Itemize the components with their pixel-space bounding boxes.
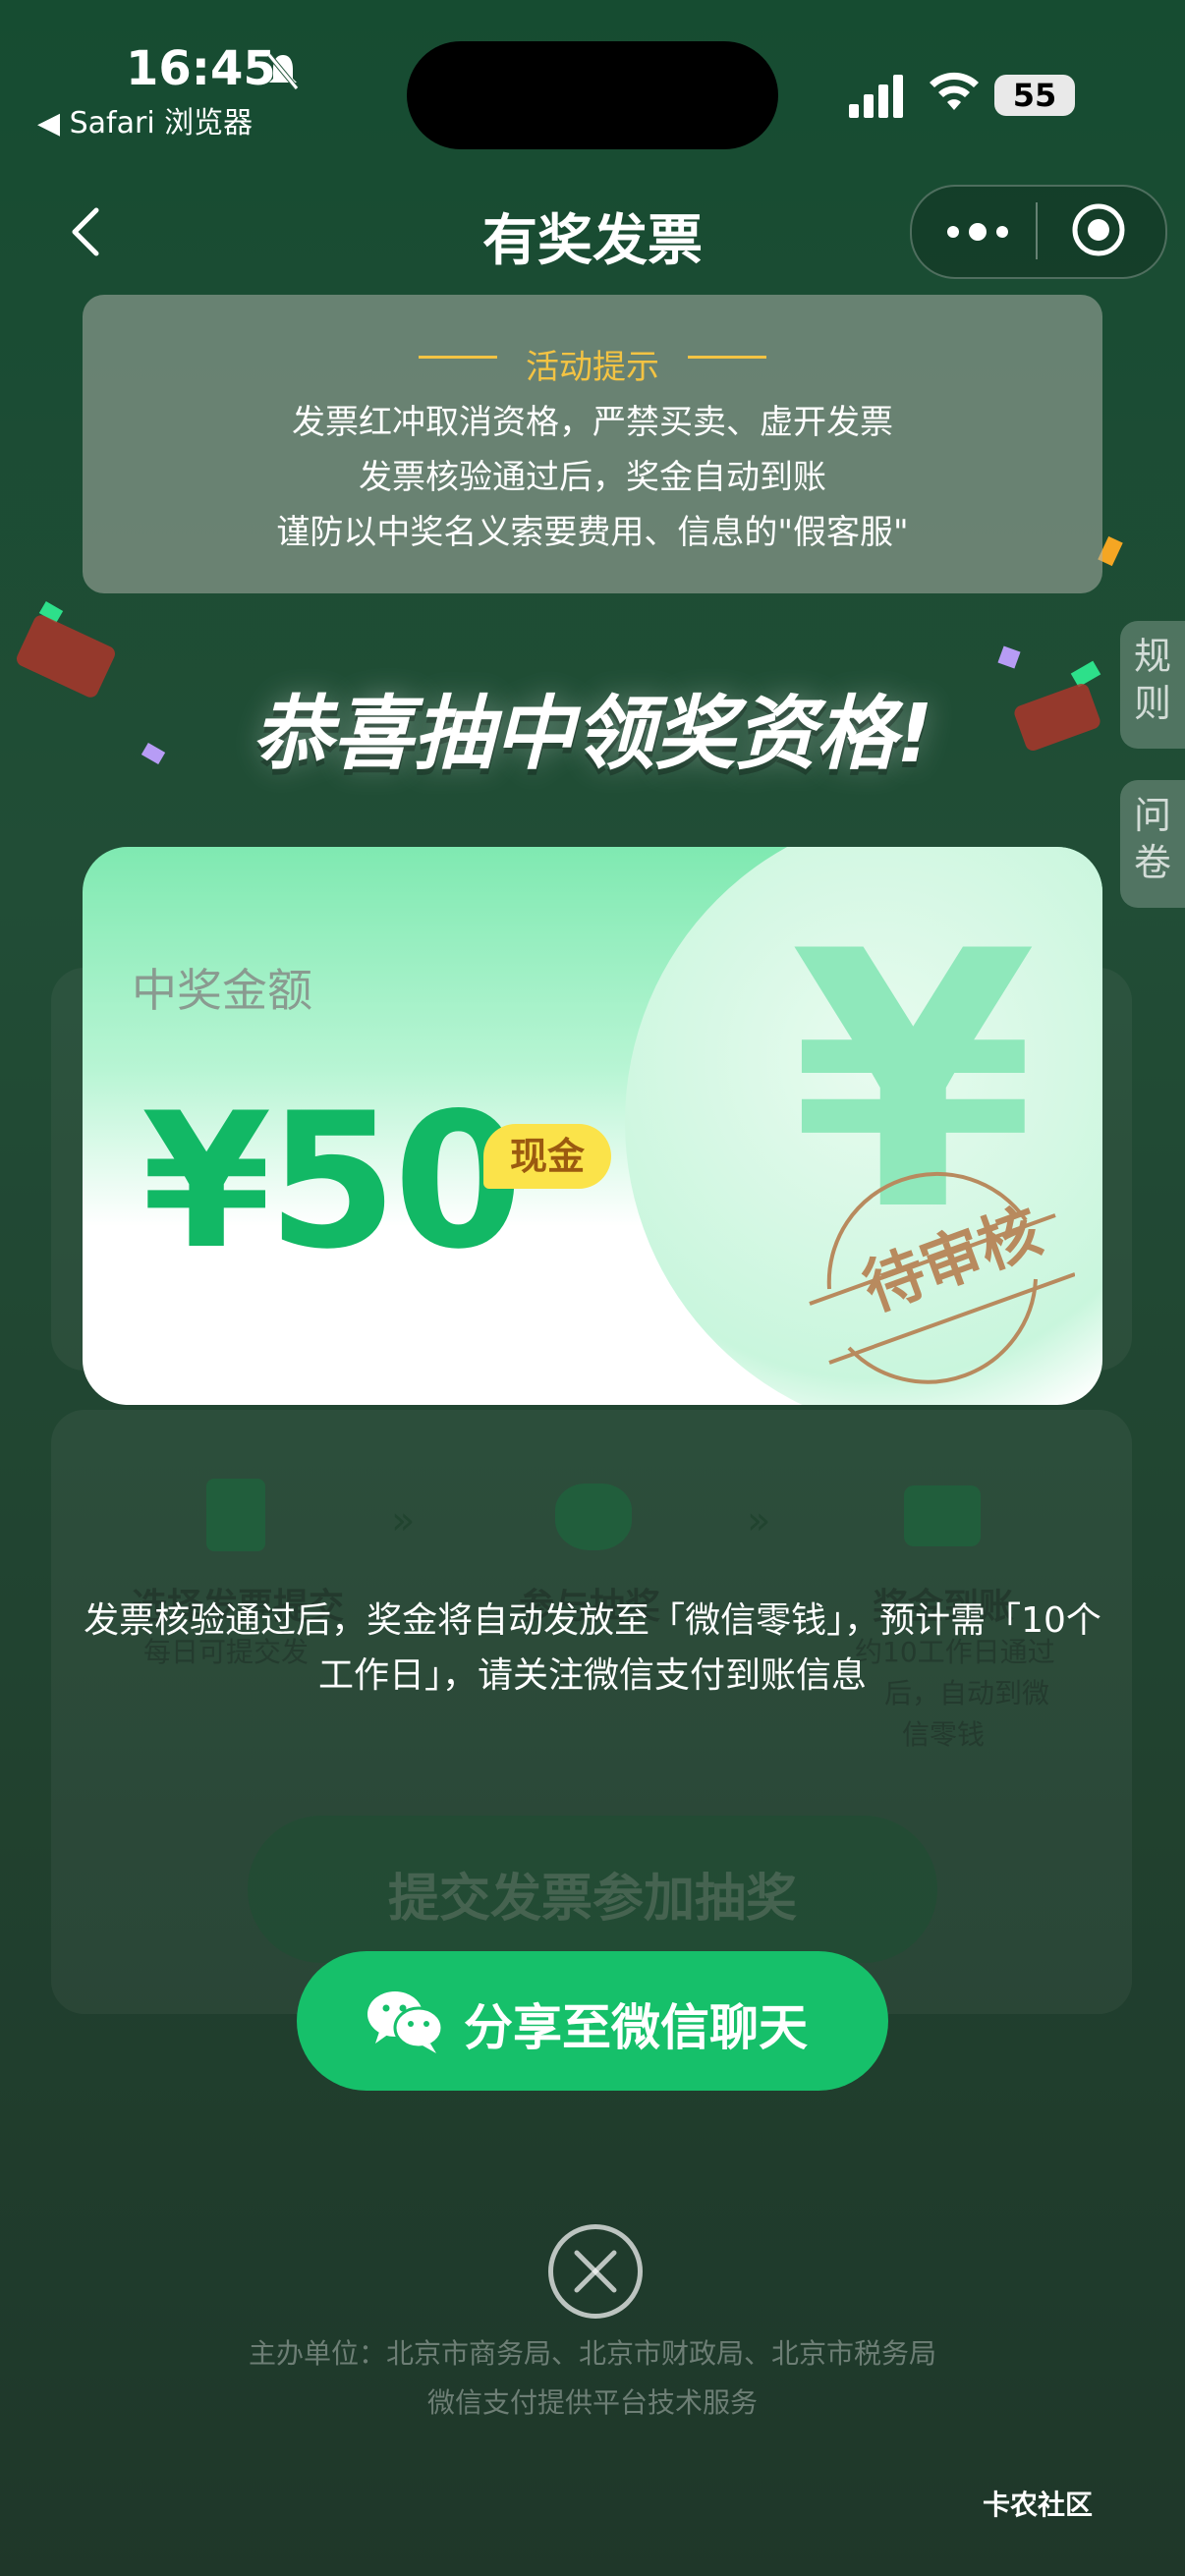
cash-badge: 现金 (483, 1124, 611, 1189)
battery-indicator: 55 (994, 75, 1075, 116)
wechat-icon (366, 1987, 444, 2055)
prize-amount-label: 中奖金额 (132, 964, 312, 1017)
prize-card: ¥ 中奖金额 ¥50 现金 待审核 (83, 847, 1102, 1405)
survey-tab-label: 问卷 (1133, 794, 1171, 884)
payout-tip: 发票核验通过后，奖金将自动发放至「微信零钱」，预计需「10个工作日」，请关注微信… (84, 1600, 1101, 1696)
footer-organizers: 主办单位：北京市商务局、北京市财政局、北京市税务局 (248, 2337, 936, 2370)
share-button-label: 分享至微信聊天 (464, 1999, 808, 2056)
back-to-safari-link[interactable]: ◀ Safari 浏览器 (37, 98, 253, 141)
footer-tech: 微信支付提供平台技术服务 (426, 2386, 758, 2419)
dynamic-island (407, 41, 778, 149)
capsule-divider (1036, 202, 1038, 259)
more-options-icon[interactable] (943, 212, 1012, 252)
notice-line-2: 发票核验通过后，奖金自动到账 (359, 458, 826, 497)
close-modal-button[interactable] (548, 2224, 643, 2319)
notice-line-3: 谨防以中奖名义索要费用、信息的"假客服" (276, 513, 909, 552)
notice-heading: 活动提示 (526, 348, 659, 387)
signal-icon (849, 75, 906, 118)
wifi-icon (928, 69, 981, 112)
notice-line-1: 发票红冲取消资格，严禁买卖、虚开发票 (292, 403, 893, 442)
survey-tab[interactable]: 问卷 (1120, 780, 1185, 908)
rules-tab[interactable]: 规则 (1120, 621, 1185, 749)
close-miniprogram-icon[interactable] (1071, 202, 1126, 257)
status-time: 16:45 (126, 41, 276, 96)
site-watermark: 卡农社区 (983, 2489, 1094, 2521)
share-to-wechat-button[interactable]: 分享至微信聊天 (297, 1951, 888, 2091)
rules-tab-label: 规则 (1133, 635, 1171, 725)
mute-bell-icon (265, 51, 301, 90)
congrats-headline: 恭喜抽中领奖资格! (252, 688, 933, 781)
prize-amount: ¥50 (141, 1073, 524, 1290)
close-icon (574, 2250, 617, 2293)
